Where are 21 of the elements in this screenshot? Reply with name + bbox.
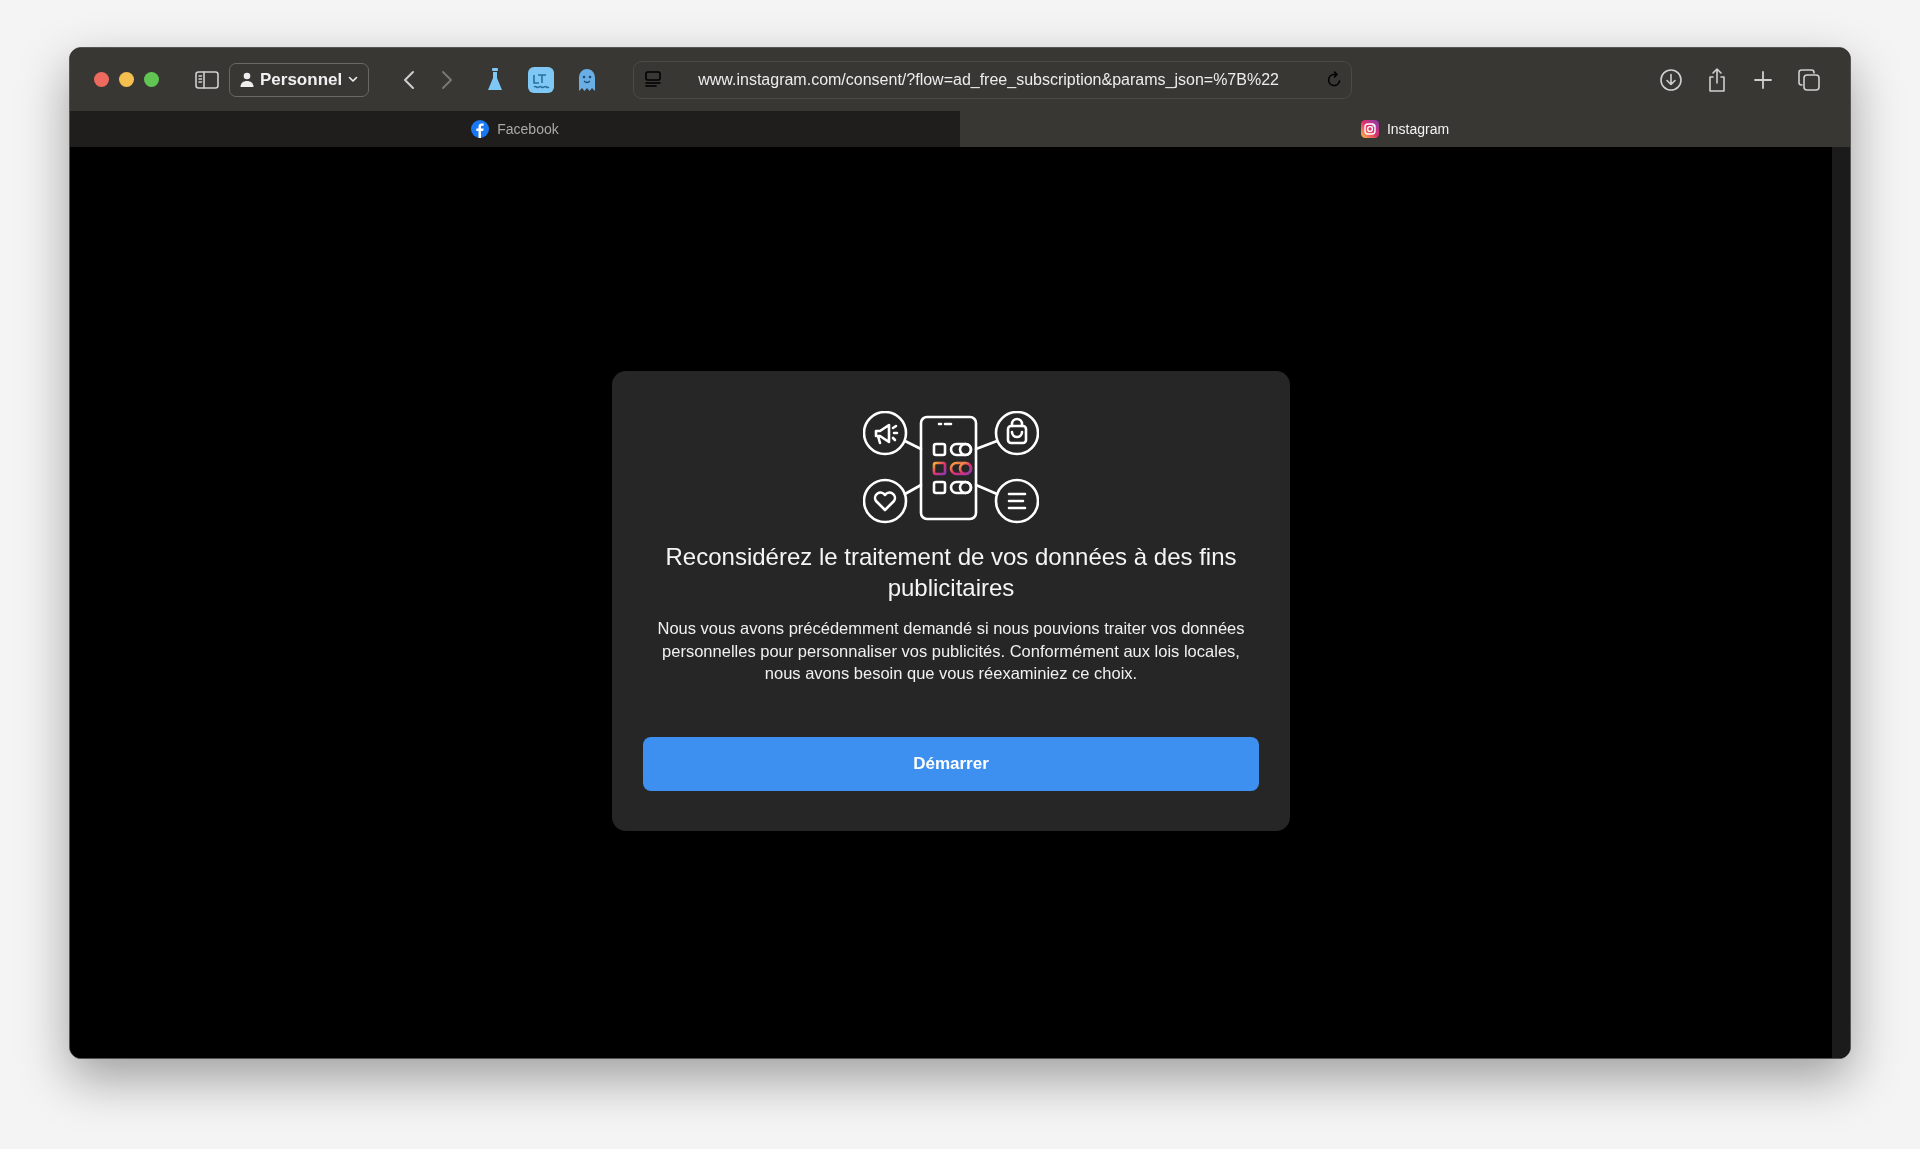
forward-button[interactable] [441,69,454,90]
maximize-button[interactable] [144,72,159,87]
browser-tab[interactable]: Facebook [70,111,960,147]
chevron-down-icon [348,76,359,83]
back-button[interactable] [403,69,416,90]
browser-tab[interactable]: Instagram [960,111,1850,147]
minimize-button[interactable] [119,72,134,87]
url-text: www.instagram.com/consent/?flow=ad_free_subscription&params_json=%7B%22 [697,70,1280,89]
dialog-body: Nous vous avons précédemment demandé si nous pouvions traiter vos données personnelles pour personnaliser vos publicités. Conformément aux lois locales, nous avons besoin que vous réexaminiez ce choix. [656,618,1246,684]
facebook-logo-icon [471,120,490,138]
tab-title: Facebook [497,121,559,137]
person-icon [240,72,254,87]
reader-icon [644,70,663,89]
address-bar[interactable]: www.instagram.com/consent/?flow=ad_free_subscription&params_json=%7B%22 [633,60,1353,99]
instagram-logo-icon [1360,120,1379,138]
profile-name: Personnel [260,69,343,90]
dialog-title: Reconsidérez le traitement de vos données à des fins publicitaires [664,542,1238,603]
close-button[interactable] [94,72,109,87]
profile-button[interactable]: Personnel [229,62,370,97]
extension-icon[interactable] [527,65,556,94]
tab-title: Instagram [1386,121,1450,137]
